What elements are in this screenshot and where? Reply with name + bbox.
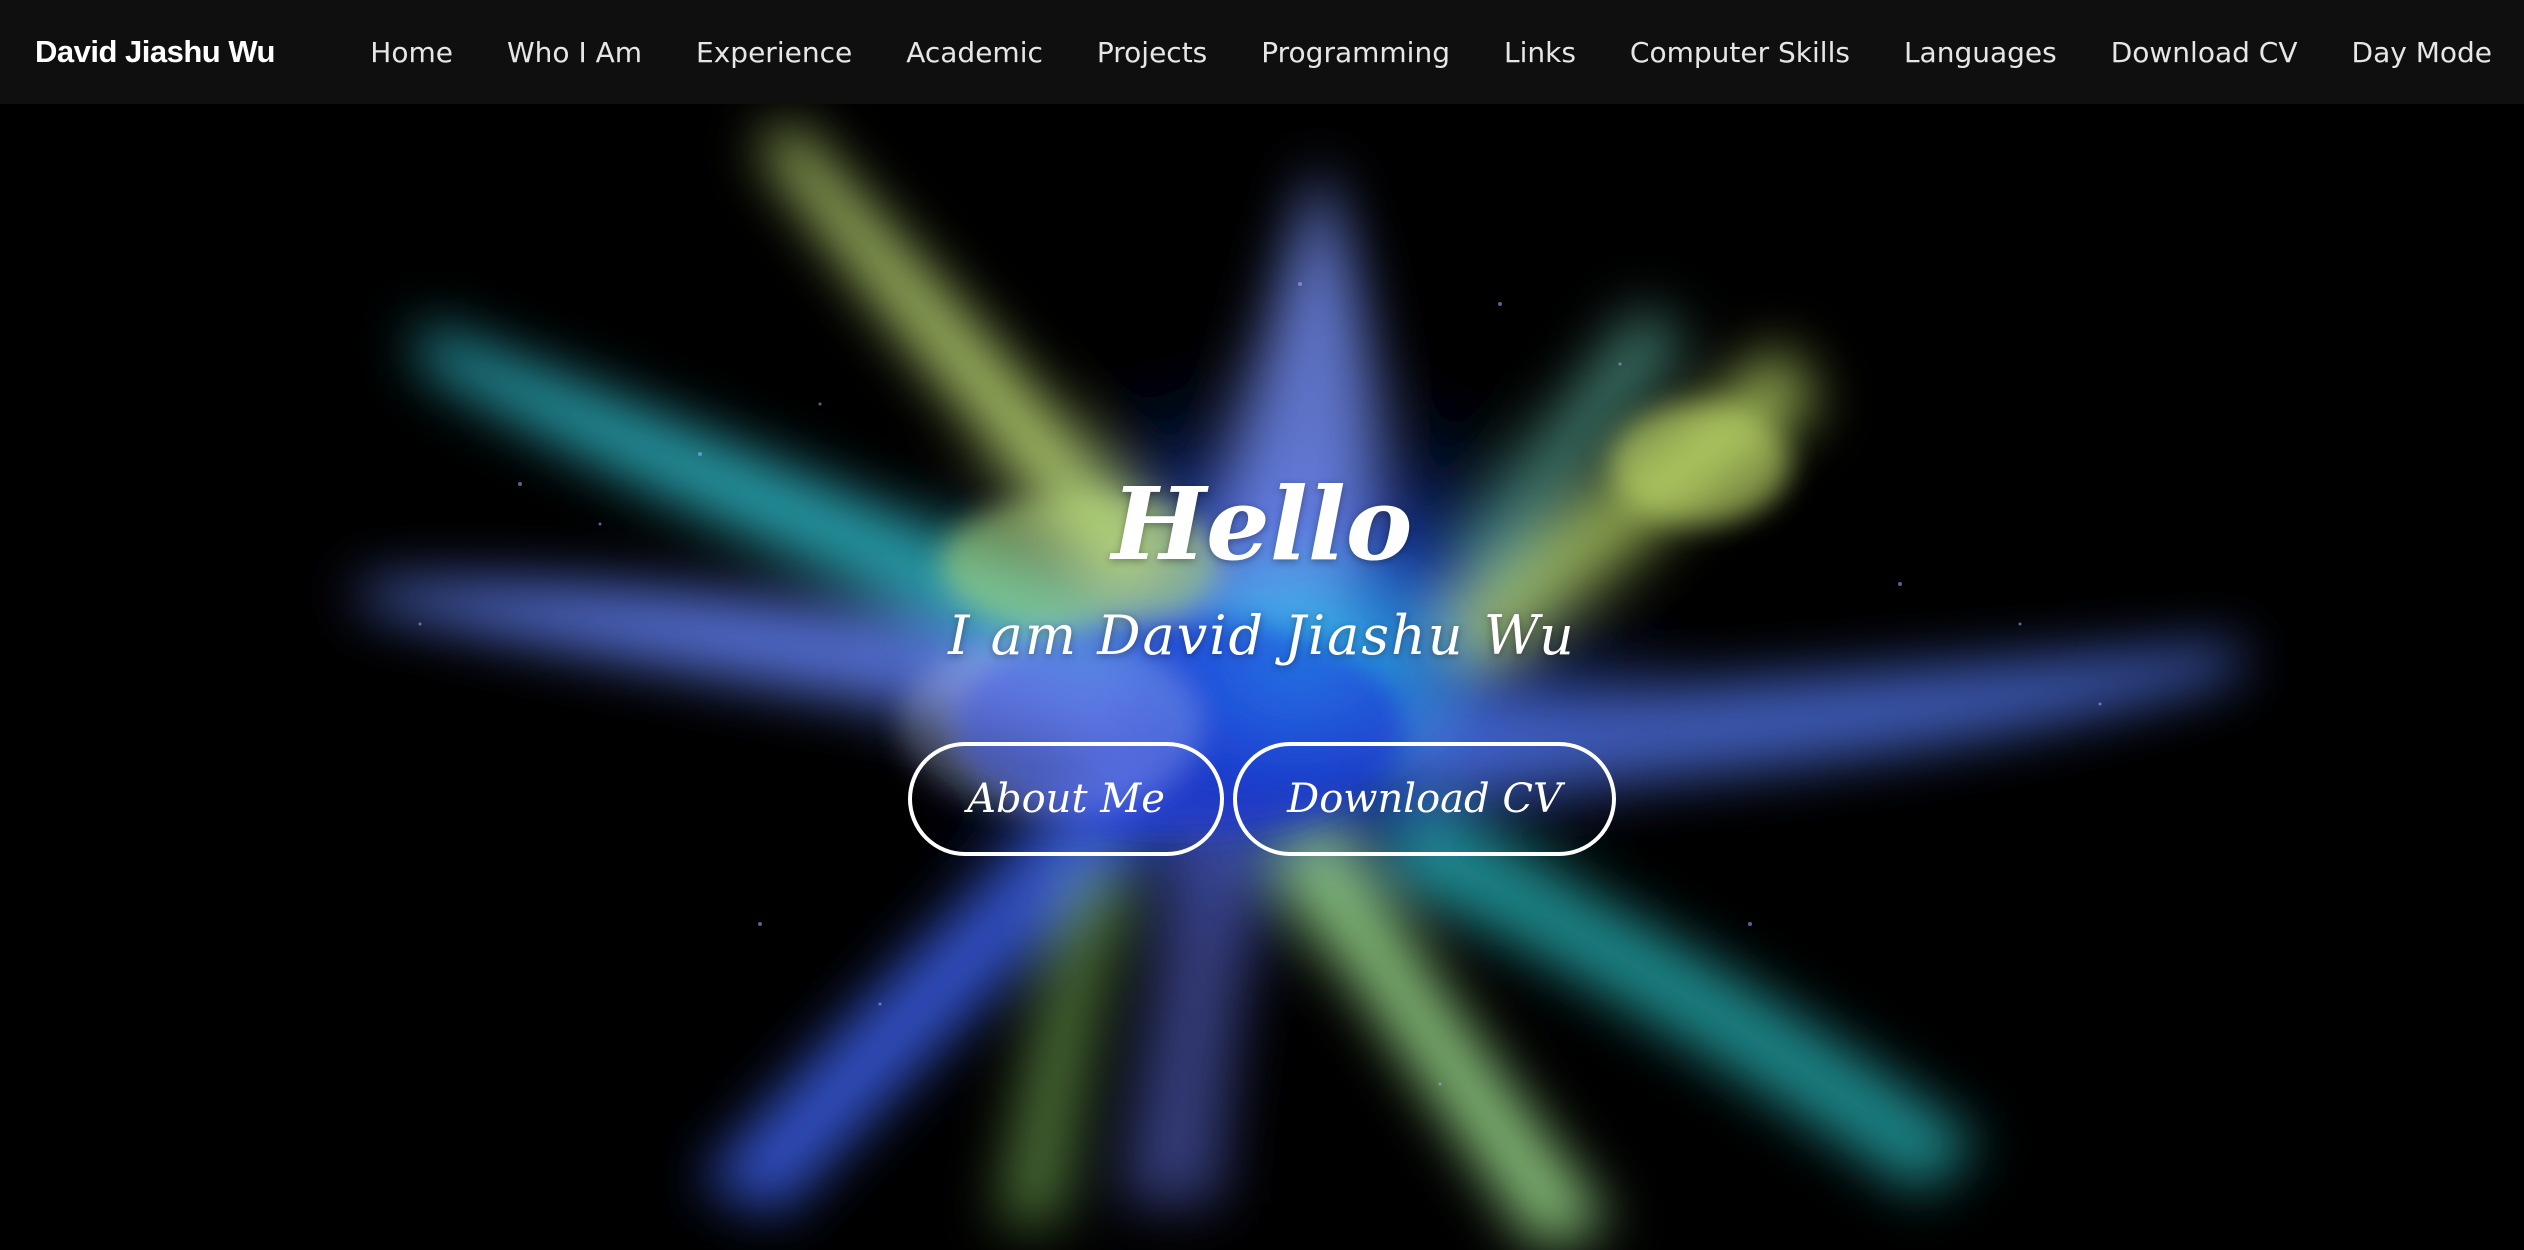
nav-link-who-i-am[interactable]: Who I Am — [507, 36, 642, 69]
nav-link-download-cv[interactable]: Download CV — [2111, 36, 2298, 69]
site-brand[interactable]: David Jiashu Wu — [35, 34, 276, 70]
download-cv-button[interactable]: Download CV — [1233, 742, 1616, 856]
hero-section: Hello I am David Jiashu Wu About Me Down… — [0, 104, 2524, 1250]
hero-content: Hello I am David Jiashu Wu About Me Down… — [0, 104, 2524, 1250]
top-navbar: David Jiashu Wu Home Who I Am Experience… — [0, 0, 2524, 104]
nav-link-computer-skills[interactable]: Computer Skills — [1630, 36, 1850, 69]
nav-link-academic[interactable]: Academic — [906, 36, 1043, 69]
nav-link-day-mode[interactable]: Day Mode — [2352, 36, 2492, 69]
nav-link-projects[interactable]: Projects — [1097, 36, 1207, 69]
about-me-button[interactable]: About Me — [908, 742, 1224, 856]
nav-link-home[interactable]: Home — [370, 36, 453, 69]
hero-greeting: Hello — [1111, 465, 1413, 583]
nav-link-links[interactable]: Links — [1504, 36, 1576, 69]
nav-links: Home Who I Am Experience Academic Projec… — [370, 36, 2492, 69]
hero-subtitle: I am David Jiashu Wu — [948, 604, 1576, 667]
nav-link-programming[interactable]: Programming — [1261, 36, 1450, 69]
nav-link-languages[interactable]: Languages — [1904, 36, 2057, 69]
nav-link-experience[interactable]: Experience — [696, 36, 852, 69]
